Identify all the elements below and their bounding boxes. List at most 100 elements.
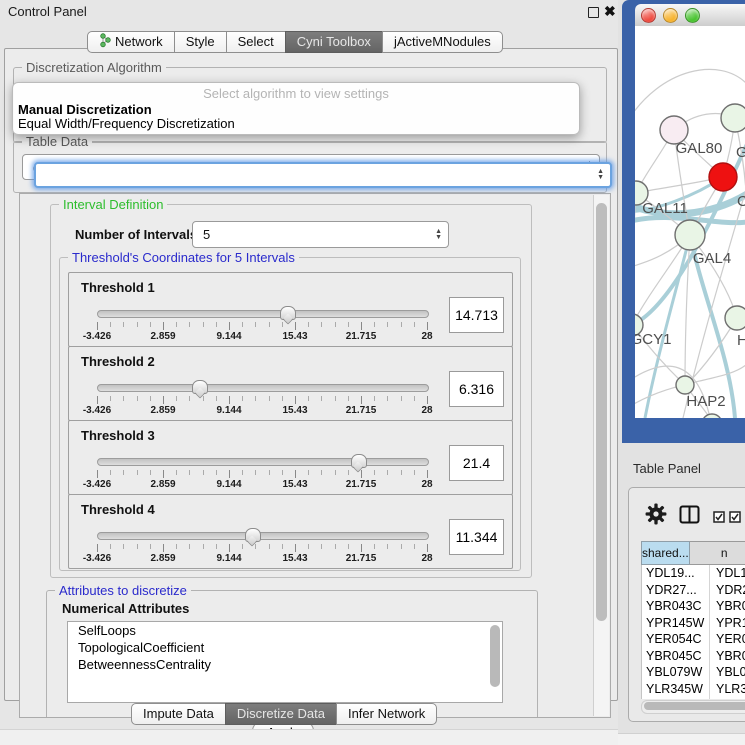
threshold-value-field[interactable]: 11.344 [449, 519, 504, 555]
tab-network[interactable]: Network [87, 31, 175, 53]
popup-item-manual-discretization[interactable]: Manual Discretization [17, 102, 575, 116]
popup-item-equal-width-frequency-discretization[interactable]: Equal Width/Frequency Discretization [17, 116, 575, 130]
table-cell: YLR3 [709, 681, 745, 698]
threshold-slider[interactable] [97, 532, 429, 540]
table-cell: YER0 [709, 631, 745, 648]
tick-mark [216, 322, 217, 327]
tab-label: Select [238, 34, 274, 50]
tick-mark [427, 544, 428, 552]
tick-mark [189, 396, 190, 401]
tick-mark [282, 544, 283, 549]
table-row[interactable]: YPR145WYPR1 [642, 615, 745, 632]
threshold-value-field[interactable]: 14.713 [449, 297, 504, 333]
tab-discretize-data[interactable]: Discretize Data [225, 703, 337, 725]
network-canvas[interactable]: GAL80GCGAL11GAL4GCY1HHAP2 [635, 26, 745, 418]
tick-mark [150, 396, 151, 401]
table-horizontal-scrollbar[interactable] [641, 700, 745, 714]
attributes-group-label: Attributes to discretize [55, 583, 191, 598]
tick-mark [308, 322, 309, 327]
slider-thumb[interactable] [351, 454, 367, 468]
table-cell: YBR043C [642, 599, 709, 613]
threshold-box: Threshold 3 -3.4262.8599.14415.4321.7152… [68, 420, 513, 495]
list-scrollbar[interactable] [490, 625, 500, 687]
table-row[interactable]: YBR043CYBR0 [642, 598, 745, 615]
tick-mark [387, 544, 388, 549]
list-item[interactable]: TopologicalCoefficient [68, 639, 502, 656]
tick-mark [189, 544, 190, 549]
tab-jactivemnodules[interactable]: jActiveMNodules [382, 31, 503, 53]
tick-mark [374, 396, 375, 401]
algorithm-combobox[interactable]: ▲▼ [34, 162, 612, 188]
tab-style[interactable]: Style [174, 31, 227, 53]
gear-icon[interactable] [645, 503, 667, 530]
threshold-slider[interactable] [97, 384, 429, 392]
tick-label: 9.144 [216, 553, 241, 564]
thresholds-group: Threshold's Coordinates for 5 Intervals … [59, 257, 521, 571]
network-node-c[interactable] [709, 163, 737, 191]
slider-thumb[interactable] [280, 306, 296, 320]
slider-thumb[interactable] [192, 380, 208, 394]
list-item[interactable]: BetweennessCentrality [68, 656, 502, 673]
maximize-light-icon[interactable] [685, 8, 700, 23]
slider-ticks [97, 470, 427, 479]
node-label: HAP2 [686, 393, 725, 410]
threshold-value-field[interactable]: 6.316 [449, 371, 504, 407]
scrollbar-thumb[interactable] [596, 203, 607, 621]
algorithm-group-label: Discretization Algorithm [22, 60, 166, 75]
table-row[interactable]: YDL19...YDL1 [642, 565, 745, 582]
tick-mark [361, 322, 362, 330]
column-header-2[interactable]: n [690, 541, 745, 565]
tab-infer-network[interactable]: Infer Network [336, 703, 437, 725]
table-row[interactable]: YLR345WYLR3 [642, 681, 745, 698]
network-node[interactable] [702, 414, 722, 418]
network-node-h[interactable] [725, 306, 745, 330]
tab-cyni-toolbox[interactable]: Cyni Toolbox [285, 31, 383, 53]
tab-select[interactable]: Select [226, 31, 286, 53]
tick-mark [203, 322, 204, 327]
table-cell: YIL052C [642, 698, 709, 699]
tick-label: 2.859 [150, 479, 175, 490]
tab-label: Discretize Data [237, 706, 325, 722]
table-row[interactable]: YBL079WYBL0 [642, 664, 745, 681]
interval-definition-group: Interval Definition Number of Intervals … [50, 204, 532, 578]
tick-mark [414, 470, 415, 475]
tick-mark [414, 544, 415, 549]
tick-mark [229, 322, 230, 330]
tick-mark [216, 470, 217, 475]
tick-mark [176, 544, 177, 549]
checkbox-icon[interactable] [713, 510, 725, 528]
scrollbar-thumb[interactable] [644, 702, 745, 710]
network-node-gal4[interactable] [675, 220, 705, 250]
column-header-1[interactable]: shared... [641, 541, 690, 565]
tick-mark [97, 544, 98, 552]
close-icon[interactable]: ✖ [604, 2, 616, 20]
threshold-label: Threshold 3 [81, 428, 155, 443]
number-of-intervals-combobox[interactable]: 5 ▲▼ [192, 221, 449, 248]
tick-mark [321, 470, 322, 475]
table-row[interactable]: YBR045CYBR0 [642, 648, 745, 665]
float-window-icon[interactable] [588, 7, 599, 18]
column-layout-icon[interactable] [679, 505, 700, 529]
slider-tick-labels: -3.4262.8599.14415.4321.71528 [97, 553, 427, 565]
threshold-slider[interactable] [97, 310, 429, 318]
threshold-value-field[interactable]: 21.4 [449, 445, 504, 481]
close-light-icon[interactable] [641, 8, 656, 23]
table-row[interactable]: YDR27...YDR2 [642, 582, 745, 599]
network-node-hap2[interactable] [676, 376, 694, 394]
minimize-light-icon[interactable] [663, 8, 678, 23]
tick-mark [401, 396, 402, 401]
list-item[interactable]: SelfLoops [68, 622, 502, 639]
table-row[interactable]: YIL052CYIL0 [642, 697, 745, 699]
threshold-slider[interactable] [97, 458, 429, 466]
numerical-attributes-list[interactable]: SelfLoopsTopologicalCoefficientBetweenne… [67, 621, 503, 703]
table-cell: YDR27... [642, 583, 709, 597]
number-of-intervals-label: Number of Intervals [75, 227, 197, 242]
table-row[interactable]: YER054CYER0 [642, 631, 745, 648]
network-node-g[interactable] [721, 104, 745, 132]
tick-mark [163, 544, 164, 552]
tab-impute-data[interactable]: Impute Data [131, 703, 226, 725]
checkbox-icon[interactable] [729, 510, 741, 528]
table-cell: YBR045C [642, 649, 709, 663]
settings-scrollbar[interactable] [593, 195, 609, 716]
slider-thumb[interactable] [245, 528, 261, 542]
